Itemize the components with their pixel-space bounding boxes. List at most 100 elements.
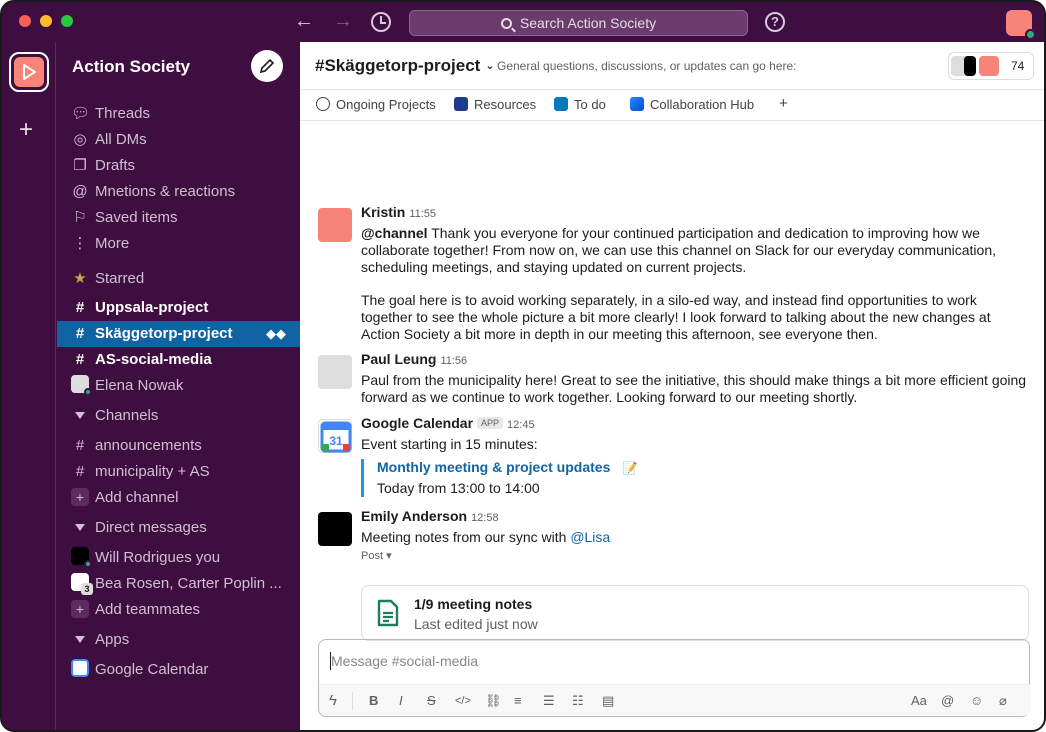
strikethrough-icon[interactable]: S: [427, 693, 436, 709]
formatting-toolbar: ϟ B I S </> ⛓ ≡ ☰ ☷ ▤ Aa @ ☺ ⌀: [319, 684, 1031, 716]
message-author[interactable]: Kristin: [361, 204, 405, 220]
sidebar-item-announcements[interactable]: # announcements: [57, 433, 300, 459]
sidebar-item-label: Add channel: [95, 489, 179, 506]
tab-collaboration-hub[interactable]: Collaboration Hub: [630, 97, 754, 112]
help-icon[interactable]: ?: [765, 12, 785, 32]
minimize-window-button[interactable]: [40, 15, 52, 27]
message-time[interactable]: 11:56: [440, 355, 467, 367]
channel-mention[interactable]: @channel: [361, 225, 428, 241]
formatting-aa-icon[interactable]: Aa: [911, 693, 927, 709]
bulleted-list-icon[interactable]: ☰: [543, 693, 555, 709]
tab-resources[interactable]: Resources: [454, 97, 536, 112]
message-time[interactable]: 12:45: [507, 419, 535, 431]
sidebar-item-drafts[interactable]: ❐ Drafts: [57, 153, 300, 179]
add-tab-button[interactable]: +: [779, 95, 788, 112]
close-window-button[interactable]: [19, 15, 31, 27]
message-author[interactable]: Google Calendar: [361, 415, 473, 431]
tab-label: Ongoing Projects: [336, 97, 436, 112]
sidebar-section-channels[interactable]: Channels: [57, 403, 300, 429]
google-calendar-icon[interactable]: 31: [318, 419, 352, 453]
sidebar-item-all-dms[interactable]: ◎ All DMs: [57, 127, 300, 153]
add-teammates-button[interactable]: + Add teammates: [57, 597, 300, 623]
message-text: @channel Thank you everyone for your con…: [361, 225, 1031, 276]
user-avatar[interactable]: [1006, 10, 1036, 40]
sidebar-item-uppsala-project[interactable]: # Uppsala-project: [57, 295, 300, 321]
link-icon[interactable]: ⛓: [485, 693, 502, 709]
sidebar-item-mentions[interactable]: @ Mnetions & reactions: [57, 179, 300, 205]
channel-hash-icon: #: [75, 299, 85, 316]
sidebar-item-label: Elena Nowak: [95, 377, 184, 394]
section-label: Direct messages: [95, 519, 207, 536]
app-window: ← → Search Action Society ? + Action Soc…: [0, 0, 1046, 732]
workspace-name[interactable]: Action Society: [72, 57, 190, 77]
online-status-icon: [1025, 29, 1036, 40]
mention-at-icon[interactable]: @: [941, 693, 954, 709]
shared-channel-icon: ◆◆: [266, 326, 286, 341]
event-link[interactable]: Monthly meeting & project updates: [377, 459, 610, 475]
tab-to-do[interactable]: To do: [554, 97, 606, 112]
confluence-icon: [630, 97, 644, 111]
message-time[interactable]: 12:58: [471, 512, 499, 524]
bold-icon[interactable]: B: [369, 693, 378, 709]
sidebar-item-group-dm[interactable]: 3 Bea Rosen, Carter Poplin ...: [57, 571, 300, 597]
sidebar-item-label: Uppsala-project: [95, 299, 209, 316]
sidebar-item-saved[interactable]: ⚐ Saved items: [57, 205, 300, 231]
channel-header: #Skäggetorp-project ⌄ General questions, …: [300, 42, 1044, 90]
workspace-switcher-button[interactable]: [9, 52, 49, 92]
sidebar-item-google-calendar[interactable]: Google Calendar: [57, 657, 300, 683]
message-author[interactable]: Emily Anderson: [361, 508, 467, 524]
post-dropdown[interactable]: Post ▾: [361, 549, 1031, 562]
sidebar-item-label: Saved items: [95, 209, 178, 226]
compose-button[interactable]: [251, 50, 283, 82]
avatar[interactable]: [318, 355, 352, 389]
sidebar-section-starred[interactable]: ★ Starred: [57, 266, 300, 292]
members-button[interactable]: 74: [948, 52, 1034, 80]
shortcuts-lightning-icon[interactable]: ϟ: [329, 693, 337, 709]
ordered-list-icon[interactable]: ≡: [514, 693, 522, 709]
history-clock-icon[interactable]: [371, 12, 391, 32]
sidebar-item-more[interactable]: ⋮ More: [57, 231, 300, 257]
channel-hash-icon: #: [75, 351, 85, 368]
sidebar-item-will-rodrigues[interactable]: Will Rodrigues you: [57, 545, 300, 571]
sidebar-item-skaggetorp-project[interactable]: # Skäggetorp-project ◆◆: [57, 321, 300, 347]
star-icon: ★: [73, 270, 87, 287]
back-arrow-icon[interactable]: ←: [294, 10, 314, 32]
channel-title[interactable]: #Skäggetorp-project ⌄: [315, 56, 495, 76]
sidebar-item-as-social-media[interactable]: # AS-social-media: [57, 347, 300, 373]
message-author[interactable]: Paul Leung: [361, 351, 436, 367]
drafts-icon: ❐: [73, 157, 87, 174]
search-bar[interactable]: Search Action Society: [409, 10, 748, 36]
sidebar-item-municipality-as[interactable]: # municipality + AS: [57, 459, 300, 485]
plus-icon: +: [71, 488, 89, 506]
avatar[interactable]: [318, 512, 352, 546]
avatar: [979, 56, 999, 76]
message-time[interactable]: 11:55: [409, 208, 436, 220]
channel-hash-icon: #: [75, 463, 85, 480]
user-mention[interactable]: @Lisa: [570, 529, 610, 545]
code-block-icon[interactable]: ▤: [602, 693, 614, 709]
code-icon[interactable]: </>: [455, 693, 471, 709]
search-icon: [500, 18, 512, 29]
sidebar-section-apps[interactable]: Apps: [57, 627, 300, 653]
emoji-icon[interactable]: ☺: [970, 693, 983, 709]
forward-arrow-icon[interactable]: →: [333, 10, 353, 32]
block-quote-icon[interactable]: ☷: [572, 693, 584, 709]
zoom-window-button[interactable]: [61, 15, 73, 27]
post-attachment[interactable]: 1/9 meeting notes Last edited just now: [361, 585, 1029, 641]
add-channel-button[interactable]: + Add channel: [57, 485, 300, 511]
avatar[interactable]: [318, 208, 352, 242]
app-badge: APP: [477, 417, 504, 429]
canvas-icon: [316, 97, 330, 111]
sidebar-item-threads[interactable]: 💬︎ Threads: [57, 101, 300, 127]
attach-paperclip-icon[interactable]: ⌀: [999, 693, 1007, 709]
message-text-body: Thank you everyone for your continued pa…: [361, 225, 996, 275]
channel-topic[interactable]: General questions, discussions, or updat…: [497, 59, 797, 73]
italic-icon[interactable]: I: [399, 693, 403, 709]
sidebar-section-direct-messages[interactable]: Direct messages: [57, 515, 300, 541]
sidebar-item-label: All DMs: [95, 131, 147, 148]
add-workspace-button[interactable]: +: [19, 118, 33, 142]
message-input[interactable]: [331, 650, 1011, 672]
sidebar-item-elena-nowak[interactable]: Elena Nowak: [57, 373, 300, 399]
post-title: 1/9 meeting notes: [414, 596, 533, 612]
tab-ongoing-projects[interactable]: Ongoing Projects: [316, 97, 436, 112]
